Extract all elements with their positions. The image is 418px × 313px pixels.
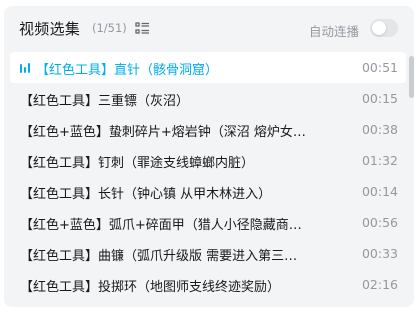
scrollbar-thumb[interactable] (409, 56, 414, 98)
episode-panel: 视频选集 (1/51) 自动连播 【红色工具】直针（骸骨洞窟） 00:51 【红… (4, 6, 414, 307)
episode-title: 【红色工具】钉刺（罪途支线蟑螂内脏） (20, 156, 255, 171)
autoplay-label: 自动连播 (309, 24, 360, 39)
episode-list: 【红色工具】直针（骸骨洞窟） 00:51 【红色工具】三重镖（灰沼） 00:15… (4, 52, 406, 307)
toggle-knob (372, 21, 386, 35)
episode-duration: 00:38 (361, 122, 398, 137)
scrollbar[interactable] (409, 52, 414, 307)
episode-item[interactable]: 【红色工具】投掷环（地图师支线终迹奖励） 02:16 (10, 269, 406, 300)
episode-item[interactable]: 【红色工具】直针（骸骨洞窟） 00:51 (10, 52, 406, 83)
episode-duration: 00:56 (361, 215, 398, 230)
episode-title: 【红色工具】投掷环（地图师支线终迹奖励） (20, 280, 281, 295)
panel-title: 视频选集 (19, 20, 81, 38)
episode-item[interactable]: 【红色工具】长针（钟心镇 从甲木林进入） 00:14 (10, 176, 406, 207)
episode-item[interactable]: 【红色+蓝色】弧爪+碎面甲（猎人小径隐藏商… 00:56 (10, 207, 406, 238)
episode-item[interactable]: 【红色+蓝色】蛰刺碎片+熔岩钟（深沼 熔炉女… 00:38 (10, 114, 406, 145)
episode-duration: 00:15 (361, 91, 398, 106)
episode-item[interactable]: 【红色工具】钉刺（罪途支线蟑螂内脏） 01:32 (10, 145, 406, 176)
episode-title: 【红色工具】曲镰（弧爪升级版 需要进入第三… (20, 249, 298, 264)
episode-title: 【红色工具】直针（骸骨洞窟） (36, 63, 219, 78)
episode-item[interactable]: 【红色工具】曲镰（弧爪升级版 需要进入第三… 00:33 (10, 238, 406, 269)
episode-title: 【红色工具】长针（钟心镇 从甲木林进入） (20, 187, 272, 202)
episode-duration: 01:32 (361, 153, 398, 168)
episode-duration: 00:51 (361, 60, 398, 75)
episode-item[interactable]: 【红色工具】三重镖（灰沼） 00:15 (10, 83, 406, 114)
episode-duration: 00:33 (361, 246, 398, 261)
panel-header: 视频选集 (1/51) 自动连播 (4, 6, 414, 50)
episode-title: 【红色工具】三重镖（灰沼） (20, 94, 190, 109)
autoplay-toggle[interactable] (370, 19, 398, 37)
episode-duration: 02:16 (361, 277, 398, 292)
episode-duration: 00:14 (361, 184, 398, 199)
episode-count: (1/51) (92, 21, 127, 35)
list-view-icon[interactable] (135, 21, 150, 36)
episode-title: 【红色+蓝色】弧爪+碎面甲（猎人小径隐藏商… (20, 218, 302, 233)
episode-title: 【红色+蓝色】蛰刺碎片+熔岩钟（深沼 熔炉女… (20, 125, 306, 140)
playing-icon (20, 62, 31, 73)
